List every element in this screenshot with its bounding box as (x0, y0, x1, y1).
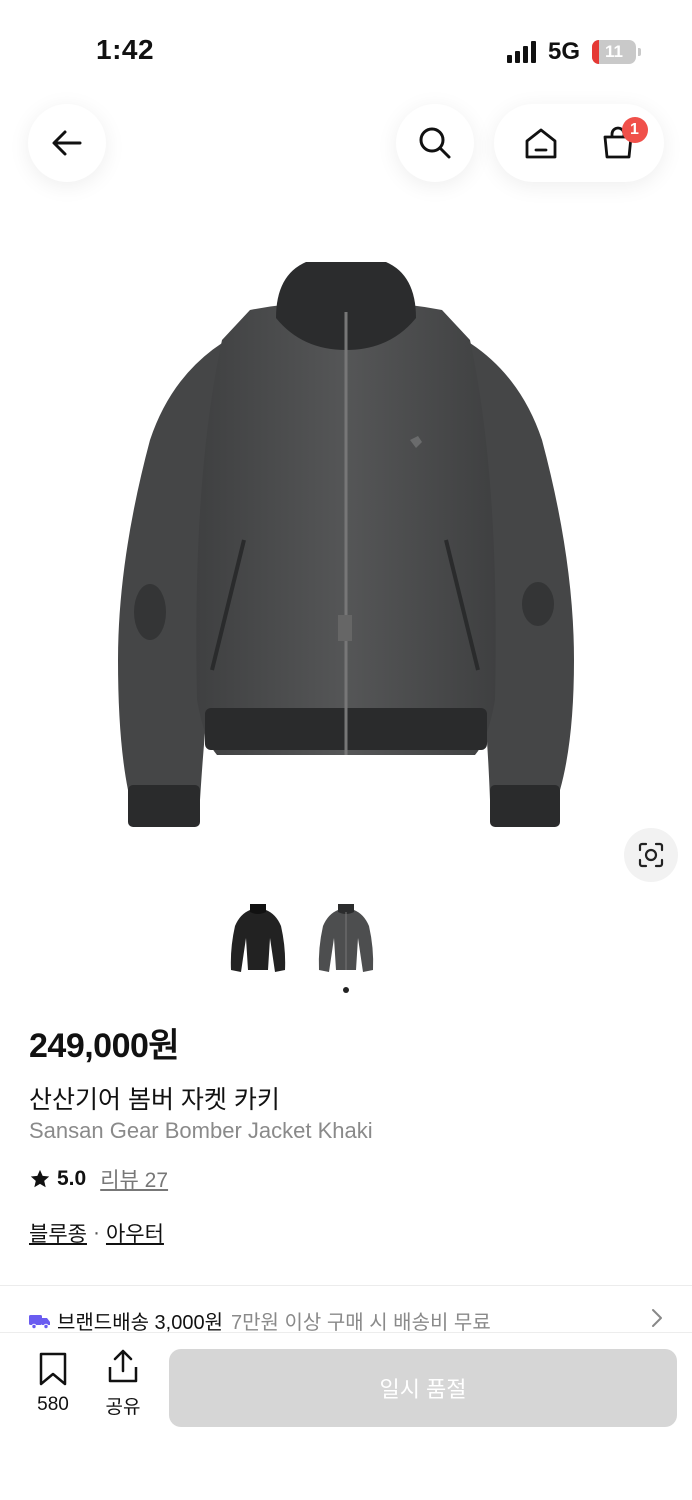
status-indicators: 5G 11 (506, 38, 641, 66)
network-type: 5G (547, 38, 580, 65)
home-cart-group: 1 (494, 104, 664, 182)
cart-badge: 1 (621, 117, 648, 143)
thumbnail-black[interactable] (226, 898, 290, 982)
bookmark-icon (39, 1352, 67, 1386)
product-name-english: Sansan Gear Bomber Jacket Khaki (29, 1118, 373, 1143)
lens-search-button[interactable] (624, 828, 678, 882)
category-link-blouson[interactable]: 블루종 (29, 1218, 87, 1248)
search-icon (419, 127, 451, 159)
thumbnail-khaki[interactable] (314, 898, 378, 982)
lens-icon (638, 842, 664, 868)
chevron-right-icon (652, 1309, 662, 1327)
battery-icon: 11 (592, 40, 641, 64)
product-image[interactable] (0, 200, 692, 900)
search-button[interactable] (396, 104, 474, 182)
bookmark-count: 580 (37, 1394, 69, 1415)
truck-icon (29, 1314, 50, 1329)
sold-out-button[interactable]: 일시 품절 (169, 1349, 677, 1427)
home-icon (525, 128, 556, 159)
shipping-fee: 브랜드배송 3,000원 (57, 1312, 224, 1334)
bottom-action-bar: 580 공유 일시 품절 (0, 1332, 692, 1500)
home-button[interactable] (511, 113, 571, 173)
product-price: 249,000원 (29, 1027, 180, 1065)
category-breadcrumb: 블루종 · 아우터 (29, 1218, 164, 1248)
carousel-dot (343, 987, 349, 993)
signal-icon (506, 41, 536, 63)
shipping-info-row[interactable]: 브랜드배송 3,000원 7만원 이상 구매 시 배송비 무료 (29, 1306, 669, 1335)
category-link-outer[interactable]: 아우터 (106, 1218, 164, 1248)
category-separator: · (92, 1221, 100, 1244)
bookmark-button[interactable]: 580 (30, 1351, 76, 1416)
section-divider (0, 1285, 692, 1286)
product-name-korean: 산산기어 봄버 자켓 카키 (29, 1086, 280, 1114)
share-icon (108, 1349, 138, 1383)
share-label: 공유 (105, 1397, 141, 1418)
share-button[interactable]: 공유 (100, 1347, 146, 1419)
cart-button[interactable]: 1 (588, 113, 648, 173)
back-arrow-icon (52, 130, 82, 156)
battery-level: 11 (605, 42, 623, 61)
shipping-condition: 7만원 이상 구매 시 배송비 무료 (231, 1312, 491, 1334)
star-icon (30, 1169, 50, 1188)
review-link[interactable]: 리뷰 27 (100, 1164, 168, 1194)
rating-score: 5.0 (57, 1167, 87, 1190)
status-bar: 1:42 5G 11 (0, 0, 692, 100)
back-button[interactable] (28, 104, 106, 182)
rating-row: 5.0 리뷰 27 (29, 1164, 168, 1194)
status-time: 1:42 (96, 34, 155, 65)
